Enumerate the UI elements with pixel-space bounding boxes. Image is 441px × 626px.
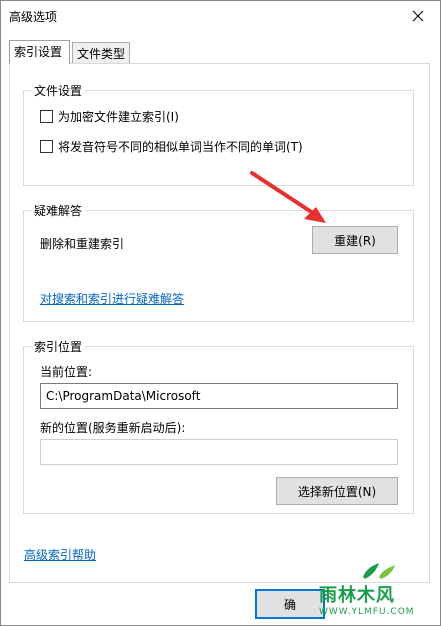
troubleshooting-group: 疑难解答 删除和重建索引 重建(R) 对搜索和索引进行疑难解答 xyxy=(23,202,414,322)
ok-button[interactable]: 确 xyxy=(255,589,325,619)
index-location-legend: 索引位置 xyxy=(31,338,86,355)
watermark-title: 雨林木风 xyxy=(319,585,395,606)
diacritics-checkbox[interactable] xyxy=(40,140,53,153)
diacritics-checkbox-row[interactable]: 将发音符号不同的相似单词当作不同的单词(T) xyxy=(40,138,303,155)
file-settings-group: 文件设置 为加密文件建立索引(I) 将发音符号不同的相似单词当作不同的单词(T) xyxy=(23,82,414,186)
new-location-label: 新的位置(服务重新启动后): xyxy=(40,421,186,435)
tab-file-types[interactable]: 文件类型 xyxy=(72,42,130,64)
advanced-options-dialog: 高级选项 索引设置 文件类型 文件设置 为加密文件建立索引(I) 将发音符号不同… xyxy=(0,0,441,626)
current-location-label: 当前位置: xyxy=(40,365,93,379)
encrypt-index-checkbox-row[interactable]: 为加密文件建立索引(I) xyxy=(40,108,179,125)
close-button[interactable] xyxy=(396,1,440,31)
rebuild-description: 删除和重建索引 xyxy=(40,237,125,251)
select-new-location-button[interactable]: 选择新位置(N) xyxy=(276,477,398,505)
diacritics-label: 将发音符号不同的相似单词当作不同的单词(T) xyxy=(58,140,303,154)
file-settings-legend: 文件设置 xyxy=(31,82,86,99)
rebuild-button[interactable]: 重建(R) xyxy=(312,226,398,254)
title-bar: 高级选项 xyxy=(1,1,440,33)
new-location-field[interactable] xyxy=(40,439,398,465)
encrypt-index-checkbox[interactable] xyxy=(40,110,53,123)
encrypt-index-label: 为加密文件建立索引(I) xyxy=(58,110,179,124)
tab-index-settings[interactable]: 索引设置 xyxy=(9,40,70,64)
watermark-url: WWW.YLMFU.COM xyxy=(319,607,415,617)
index-settings-panel: 文件设置 为加密文件建立索引(I) 将发音符号不同的相似单词当作不同的单词(T)… xyxy=(9,63,430,583)
ok-button-label: 确 xyxy=(283,597,296,612)
current-location-field[interactable] xyxy=(40,383,398,409)
troubleshooting-legend: 疑难解答 xyxy=(31,202,86,219)
close-icon xyxy=(412,10,424,22)
index-location-group: 索引位置 当前位置: 新的位置(服务重新启动后): 选择新位置(N) xyxy=(23,338,414,514)
troubleshoot-link[interactable]: 对搜索和索引进行疑难解答 xyxy=(40,290,184,307)
window-title: 高级选项 xyxy=(9,10,58,24)
advanced-index-help-link[interactable]: 高级索引帮助 xyxy=(24,546,96,563)
